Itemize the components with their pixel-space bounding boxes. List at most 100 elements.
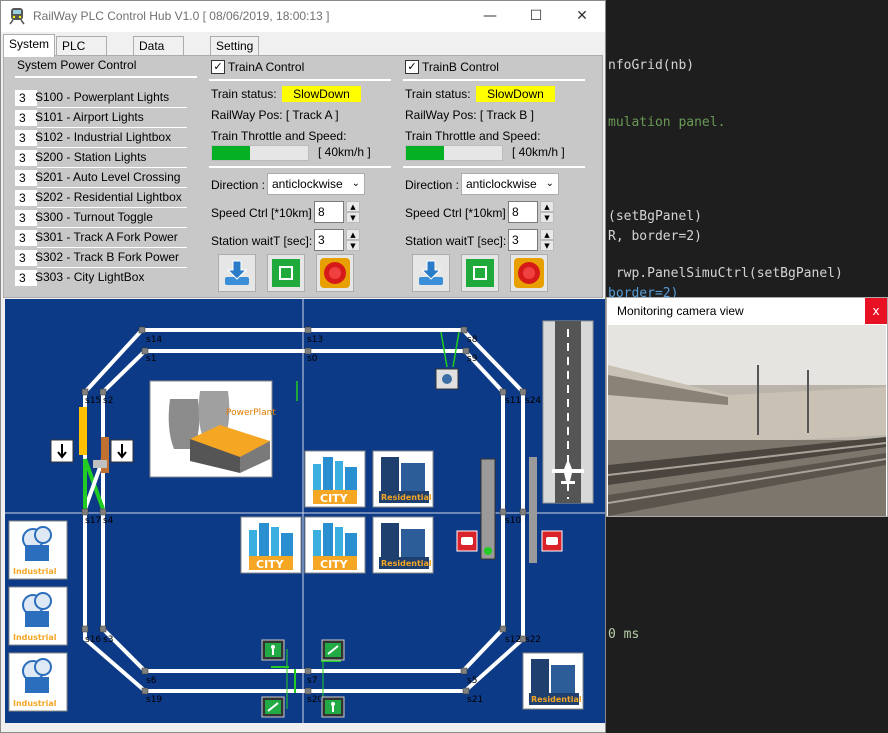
power-state-field[interactable]: 3	[15, 170, 37, 186]
tab-plc-control[interactable]: PLC Control	[56, 36, 107, 72]
minimize-button[interactable]: —	[467, 1, 513, 32]
spin-up-icon[interactable]: ▲	[346, 229, 360, 240]
traina-speed-spinner[interactable]: ▲ ▼	[346, 201, 360, 223]
power-row: 3 S302 - Track B Fork Power	[15, 248, 195, 268]
trainb-wait-spinner[interactable]: ▲ ▼	[540, 229, 554, 251]
trainb-download-button[interactable]	[412, 254, 450, 292]
power-row-label: S202 - Residential Lightbox	[35, 190, 182, 204]
code-line: rwp.PanelSimuCtrl(setBgPanel)	[608, 266, 843, 281]
divider	[15, 76, 197, 78]
city-label: CITY	[320, 558, 349, 571]
spin-down-icon[interactable]: ▼	[346, 240, 360, 251]
pedestrian-sign-icon	[321, 639, 345, 661]
sensor-label: s7	[307, 676, 317, 686]
traina-emergency-stop-button[interactable]	[316, 254, 354, 292]
power-control-header: System Power Control	[17, 58, 137, 72]
spin-down-icon[interactable]: ▼	[540, 212, 554, 223]
traina-wait-label: Station waitT [sec]:	[211, 234, 313, 248]
power-state-field[interactable]: 3	[15, 190, 37, 206]
download-icon	[225, 260, 249, 285]
sensor-label: s8	[467, 335, 478, 345]
tab-system[interactable]: System	[3, 34, 56, 57]
tab-setting[interactable]: Setting	[210, 36, 260, 56]
sensor-label: s13	[307, 335, 323, 345]
industrial-label: Industrial	[13, 633, 57, 642]
traina-wait-input[interactable]: 3	[314, 229, 344, 251]
power-state-field[interactable]: 3	[15, 130, 37, 146]
spin-up-icon[interactable]: ▲	[540, 201, 554, 212]
spin-up-icon[interactable]: ▲	[346, 201, 360, 212]
code-line: (setBgPanel)	[608, 209, 702, 224]
trainb-speed-spinner[interactable]: ▲ ▼	[540, 201, 554, 223]
sensor-label: s6	[146, 676, 157, 686]
power-row-label: S102 - Industrial Lightbox	[35, 130, 172, 144]
trainb-start-button[interactable]	[461, 254, 499, 292]
code-line: mulation panel.	[608, 115, 726, 130]
trainb-direction-value: anticlockwise	[466, 177, 537, 191]
power-state-field[interactable]: 3	[15, 270, 37, 286]
sensor-label: s19	[146, 695, 162, 705]
camera-close-button[interactable]: x	[865, 298, 887, 324]
power-state-field[interactable]: 3	[15, 110, 37, 126]
code-line: nfoGrid(nb)	[608, 58, 695, 73]
power-state-field[interactable]: 3	[15, 150, 37, 166]
trainb-direction-label: Direction :	[405, 178, 460, 192]
industrial-label: Industrial	[13, 699, 57, 708]
traina-start-button[interactable]	[267, 254, 305, 292]
trainb-direction-select[interactable]: anticlockwise ⌄	[461, 173, 559, 195]
sensor-label: s5	[467, 676, 477, 686]
power-row-label: S201 - Auto Level Crossing	[35, 170, 181, 184]
trainb-emergency-stop-button[interactable]	[510, 254, 548, 292]
traina-direction-select[interactable]: anticlockwise ⌄	[267, 173, 365, 195]
close-button[interactable]: ✕	[559, 1, 605, 32]
tab-data-display[interactable]: Data Display	[133, 36, 185, 72]
pedestrian-sign-icon	[261, 696, 285, 718]
trainb-enable-checkbox[interactable]: ✓	[405, 60, 419, 74]
sensor-label: s22	[525, 635, 541, 645]
industrial-lightbox-icon: Industrial	[8, 520, 68, 580]
power-row-label: S200 - Station Lights	[35, 150, 147, 164]
power-row-label: S101 - Airport Lights	[35, 110, 144, 124]
sensor-label: s1	[146, 354, 156, 364]
power-row: 3 S200 - Station Lights	[15, 148, 195, 168]
traina-download-button[interactable]	[218, 254, 256, 292]
traina-speed-ctrl-input[interactable]: 8	[314, 201, 344, 223]
residential-label: Residential	[381, 493, 432, 502]
traina-enable-checkbox[interactable]: ✓	[211, 60, 225, 74]
trainb-speed: [ 40km/h ]	[512, 145, 565, 159]
spin-down-icon[interactable]: ▼	[540, 240, 554, 251]
station-platform	[529, 457, 537, 563]
camera-window-title: Monitoring camera view	[617, 304, 744, 318]
residential-lightbox-icon: Residential	[522, 652, 584, 710]
divider	[403, 166, 585, 168]
power-state-field[interactable]: 3	[15, 250, 37, 266]
trainb-wait-input[interactable]: 3	[508, 229, 538, 251]
power-state-field[interactable]: 3	[15, 230, 37, 246]
divider	[209, 166, 391, 168]
sensor-label: s2	[103, 396, 113, 406]
trainb-position: RailWay Pos: [ Track B ]	[405, 108, 534, 122]
power-state-field[interactable]: 3	[15, 90, 37, 106]
power-state-field[interactable]: 3	[15, 210, 37, 226]
main-window: RailWay PLC Control Hub V1.0 [ 08/06/201…	[0, 0, 606, 733]
power-row: 3 S301 - Track A Fork Power	[15, 228, 195, 248]
station-light	[484, 547, 492, 555]
crossing-gate	[93, 460, 107, 468]
spin-down-icon[interactable]: ▼	[346, 212, 360, 223]
station-platform	[480, 458, 496, 560]
traina-throttle-bar	[211, 145, 309, 161]
traina-speed-ctrl-label: Speed Ctrl [*10km]	[211, 206, 312, 220]
down-arrow-icon	[110, 439, 134, 463]
train-station-sign-icon	[456, 530, 478, 552]
spin-up-icon[interactable]: ▲	[540, 229, 554, 240]
code-line: 0 ms	[608, 627, 640, 642]
city-lightbox-icon: CITY	[304, 516, 366, 574]
maximize-button[interactable]: ☐	[513, 1, 559, 32]
trainb-speed-ctrl-input[interactable]: 8	[508, 201, 538, 223]
title-bar[interactable]: RailWay PLC Control Hub V1.0 [ 08/06/201…	[1, 1, 605, 32]
green-stop-square-icon	[466, 259, 494, 287]
traina-throttle-label: Train Throttle and Speed:	[211, 129, 347, 143]
sensor-label: s11	[505, 396, 521, 406]
traina-wait-spinner[interactable]: ▲ ▼	[346, 229, 360, 251]
sensor-label: s16	[85, 635, 101, 645]
